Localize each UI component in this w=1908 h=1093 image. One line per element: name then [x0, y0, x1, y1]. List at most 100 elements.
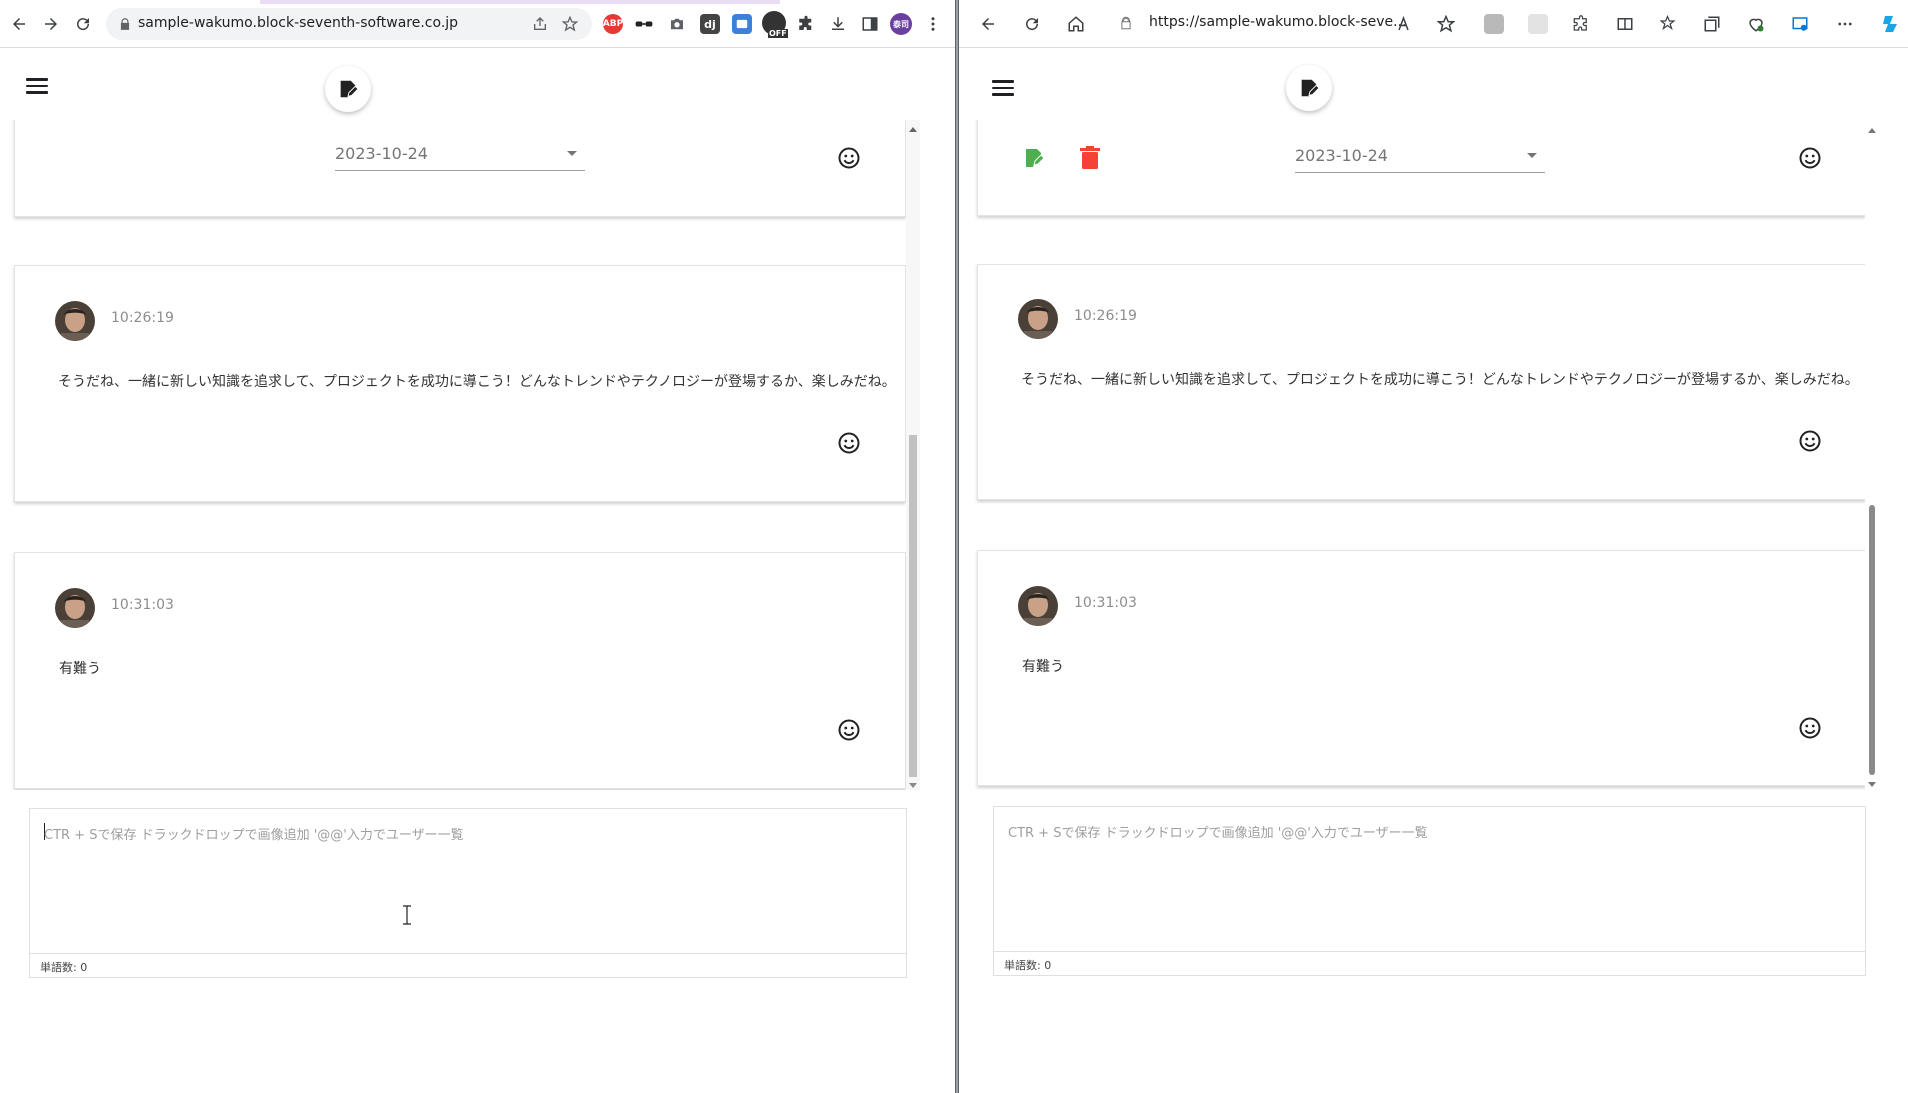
message-card: 10:26:19 そうだね、一緒に新しい知識を追求して、プロジェクトを成功に導こ… — [977, 264, 1866, 500]
scroll-down-arrow[interactable] — [1868, 782, 1876, 787]
message-text: そうだね、一緒に新しい知識を追求して、プロジェクトを成功に導こう！どんなトレンド… — [58, 374, 896, 390]
editor-placeholder: CTR + Sで保存 ドラックドロップで画像追加 '@@'入力でユーザー一覧 — [44, 828, 464, 843]
left-browser-toolbar: sample-wakumo.block-seventh-software.co.… — [0, 0, 955, 48]
extensions-puzzle-icon[interactable] — [793, 11, 819, 37]
adblock-icon[interactable]: ABP — [603, 14, 623, 34]
avatar — [1018, 586, 1058, 626]
text-cursor-icon — [403, 905, 411, 925]
menu-icon[interactable] — [992, 80, 1014, 96]
favorite-star-icon[interactable] — [1433, 11, 1459, 37]
message-time: 10:26:19 — [1074, 308, 1137, 324]
translate-extension-icon[interactable] — [732, 14, 752, 34]
editor-footer: 単語数: 0 — [30, 953, 906, 977]
message-text: そうだね、一緒に新しい知識を追求して、プロジェクトを成功に導こう！どんなトレンド… — [1021, 372, 1859, 388]
performance-icon[interactable] — [1743, 11, 1769, 37]
message-time: 10:26:19 — [111, 310, 174, 326]
edit-icon[interactable] — [1022, 146, 1046, 170]
message-card: 10:31:03 有難う — [977, 550, 1866, 786]
message-text: 有難う — [1022, 659, 1064, 675]
back-icon[interactable] — [975, 11, 1001, 37]
lock-icon — [120, 18, 130, 30]
read-aloud-icon[interactable] — [1392, 11, 1418, 37]
avatar — [55, 301, 95, 341]
date-select[interactable]: 2023-10-24 — [335, 140, 585, 171]
message-editor[interactable]: CTR + Sで保存 ドラックドロップで画像追加 '@@'入力でユーザー一覧 単… — [993, 806, 1866, 976]
message-card: 10:26:19 そうだね、一緒に新しい知識を追求して、プロジェクトを成功に導こ… — [14, 265, 906, 502]
extensions-puzzle-icon[interactable] — [1568, 11, 1594, 37]
extension-icon[interactable] — [1528, 14, 1548, 34]
left-browser-window: sample-wakumo.block-seventh-software.co.… — [0, 0, 955, 1093]
date-card: 2023-10-24 — [14, 120, 906, 217]
message-list-scrollbar[interactable] — [906, 120, 920, 790]
message-list-scrollbar[interactable] — [1865, 120, 1879, 790]
scroll-up-arrow[interactable] — [1868, 128, 1876, 133]
share-icon[interactable] — [532, 16, 548, 32]
word-count: 単語数: 0 — [40, 961, 88, 974]
home-icon[interactable] — [1063, 11, 1089, 37]
word-count: 単語数: 0 — [1004, 959, 1052, 972]
collections-icon[interactable] — [1699, 11, 1725, 37]
reaction-smiley-icon[interactable] — [1798, 716, 1822, 740]
right-browser-toolbar: https://sample-wakumo.block-seve... — [959, 0, 1908, 48]
scroll-up-arrow[interactable] — [909, 127, 917, 132]
reaction-smiley-icon[interactable] — [837, 718, 861, 742]
date-value: 2023-10-24 — [335, 144, 428, 163]
forward-icon[interactable] — [38, 11, 64, 37]
address-bar[interactable]: sample-wakumo.block-seventh-software.co.… — [106, 8, 592, 40]
scroll-down-arrow[interactable] — [909, 783, 917, 788]
copilot-icon[interactable] — [1877, 10, 1905, 38]
chevron-down-icon — [1527, 153, 1537, 158]
avatar — [55, 588, 95, 628]
bookmark-star-icon[interactable] — [562, 16, 578, 32]
browser-essentials-icon[interactable] — [1787, 11, 1813, 37]
reload-icon[interactable] — [1019, 11, 1045, 37]
split-screen-icon[interactable] — [1612, 11, 1638, 37]
message-list: 2023-10-24 10:26:19 そうだね、一緒に新しい知識を追求して、プ… — [0, 120, 955, 790]
right-browser-window: https://sample-wakumo.block-seve... 2023… — [959, 0, 1908, 1093]
address-bar-url[interactable]: https://sample-wakumo.block-seve... — [1149, 14, 1406, 30]
new-note-button[interactable] — [325, 66, 371, 112]
edit-note-icon — [1301, 79, 1320, 97]
message-time: 10:31:03 — [111, 597, 174, 613]
lock-icon — [1121, 16, 1131, 30]
extension-icon[interactable] — [1484, 14, 1504, 34]
download-icon[interactable] — [825, 11, 851, 37]
profile-avatar[interactable]: 泰司 — [890, 13, 912, 35]
message-list: 2023-10-24 10:26:19 そうだね、一緒に新しい知識を追求して、プ… — [959, 120, 1908, 790]
menu-icon[interactable] — [26, 78, 48, 94]
app-header — [0, 48, 955, 120]
reaction-smiley-icon[interactable] — [837, 431, 861, 455]
side-panel-icon[interactable] — [857, 11, 883, 37]
reaction-smiley-icon[interactable] — [1798, 146, 1822, 170]
edit-note-icon — [340, 80, 359, 98]
address-bar-url: sample-wakumo.block-seventh-software.co.… — [138, 15, 459, 31]
avatar — [1018, 299, 1058, 339]
reaction-smiley-icon[interactable] — [1798, 429, 1822, 453]
more-menu-icon[interactable] — [920, 11, 946, 37]
date-value: 2023-10-24 — [1295, 146, 1388, 165]
delete-trash-icon[interactable] — [1079, 146, 1101, 170]
tab-strip-highlight — [260, 0, 780, 4]
camera-extension-icon[interactable] — [667, 14, 687, 34]
scrollbar-thumb[interactable] — [909, 435, 917, 777]
scrollbar-thumb[interactable] — [1869, 505, 1875, 775]
date-card: 2023-10-24 — [977, 120, 1866, 216]
editor-footer: 単語数: 0 — [994, 951, 1865, 975]
settings-more-icon[interactable] — [1832, 11, 1858, 37]
dj-extension-icon[interactable]: dj — [700, 14, 720, 34]
reaction-smiley-icon[interactable] — [837, 146, 861, 170]
app-header — [959, 48, 1908, 120]
message-time: 10:31:03 — [1074, 595, 1137, 611]
new-note-button[interactable] — [1286, 65, 1332, 111]
date-select[interactable]: 2023-10-24 — [1295, 142, 1545, 173]
favorites-list-icon[interactable] — [1656, 11, 1682, 37]
message-text: 有難う — [59, 661, 101, 677]
off-extension-icon[interactable]: OFF — [762, 11, 788, 38]
editor-placeholder: CTR + Sで保存 ドラックドロップで画像追加 '@@'入力でユーザー一覧 — [1008, 826, 1428, 841]
message-card: 10:31:03 有難う — [14, 552, 906, 789]
reload-icon[interactable] — [70, 11, 96, 37]
message-editor[interactable]: CTR + Sで保存 ドラックドロップで画像追加 '@@'入力でユーザー一覧 単… — [29, 808, 907, 978]
back-icon[interactable] — [6, 11, 32, 37]
glasses-extension-icon[interactable] — [634, 14, 654, 34]
chevron-down-icon — [567, 151, 577, 156]
